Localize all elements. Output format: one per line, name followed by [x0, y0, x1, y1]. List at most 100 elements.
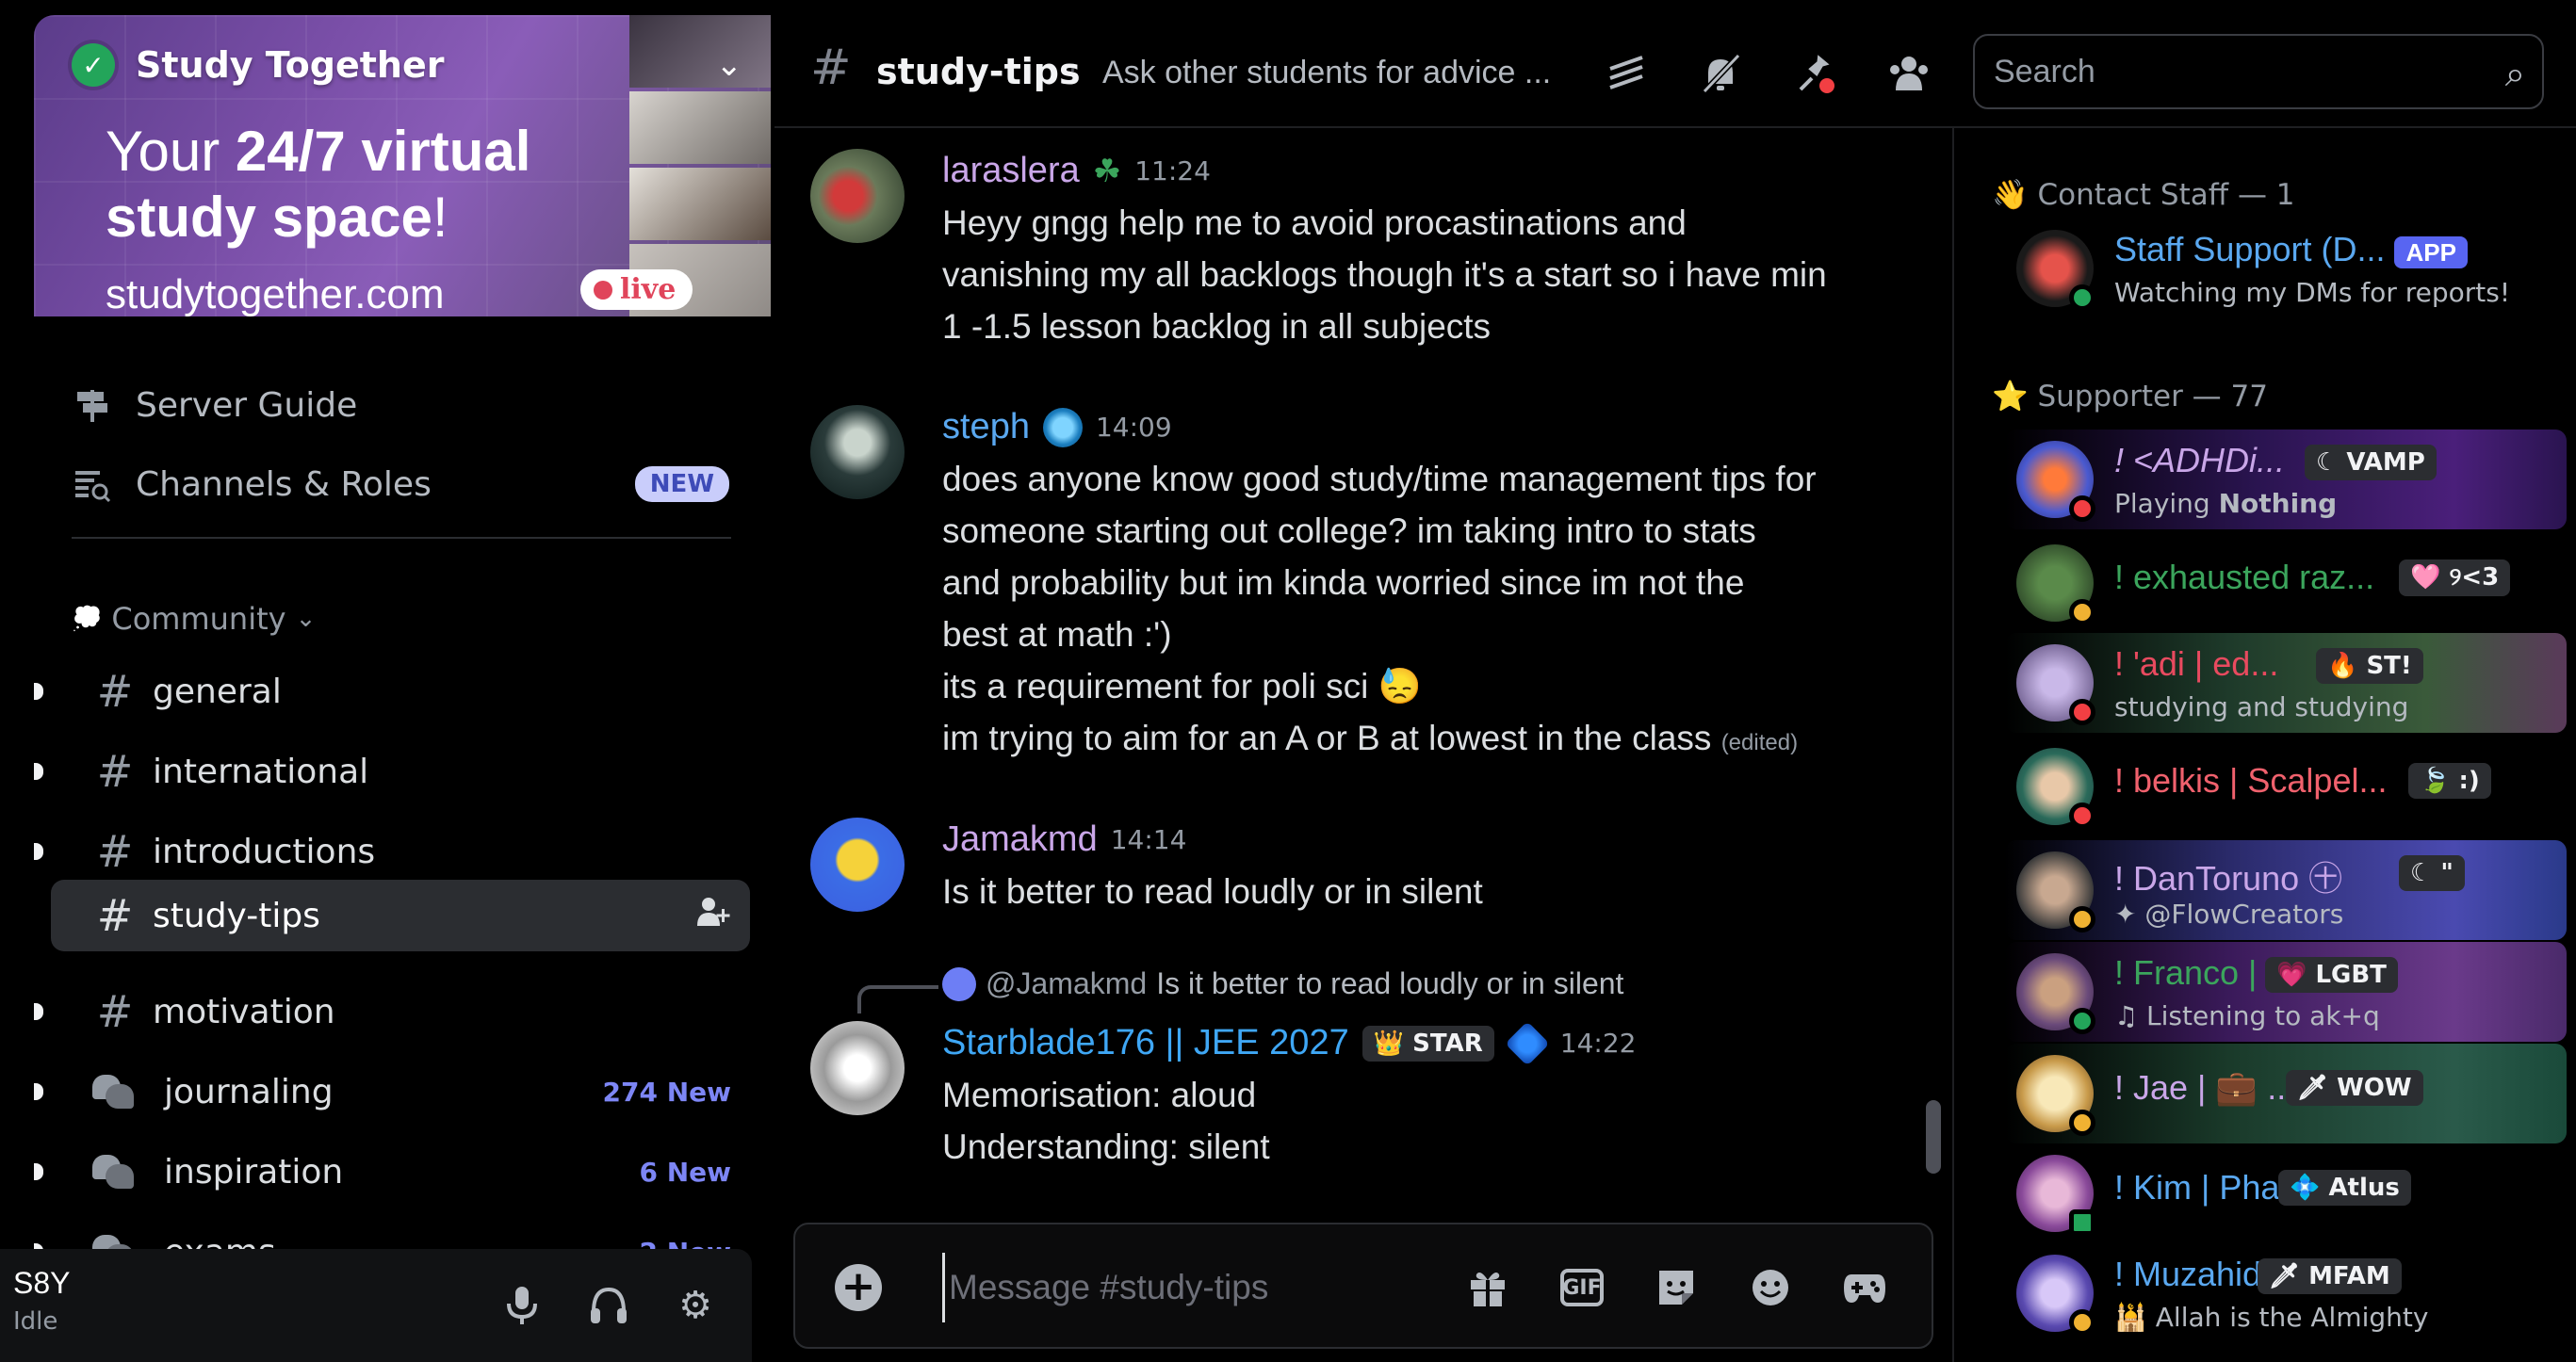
hex-badge-icon — [1504, 1020, 1550, 1066]
channel-journaling[interactable]: journaling 274 New — [34, 1056, 752, 1127]
member-item[interactable]: ! DanToruno ㊉ ☾ " ✦ @FlowCreators — [2005, 840, 2567, 940]
bell-slash-icon[interactable] — [1694, 47, 1747, 100]
category-community[interactable]: 💭 Community ⌄ — [72, 601, 316, 637]
member-tag-label: WOW — [2337, 1074, 2412, 1102]
author-name[interactable]: Jamakmd — [942, 819, 1098, 860]
member-name: ! exhausted raz... — [2114, 558, 2375, 596]
new-count: 6 New — [639, 1156, 731, 1188]
gift-icon[interactable] — [1460, 1260, 1515, 1315]
member-item[interactable]: ! Kim | Pharm... 💠 Atlus — [2005, 1143, 2567, 1243]
member-name: ! Jae | 💼 ... — [2114, 1068, 2296, 1107]
gamepad-icon[interactable] — [1837, 1260, 1892, 1315]
member-activity: Watching my DMs for reports! — [2114, 277, 2510, 308]
channel-introductions[interactable]: # introductions — [34, 816, 752, 887]
member-name: Staff Support (D... APP — [2114, 230, 2468, 269]
member-item[interactable]: ! belkis | Scalpel... 🍃 :) — [2005, 737, 2567, 836]
member-item[interactable]: Staff Support (D... APP Watching my DMs f… — [2005, 219, 2567, 318]
forum-icon — [92, 1073, 136, 1111]
pin-icon[interactable] — [1788, 47, 1841, 100]
live-dot-icon — [594, 280, 612, 300]
invite-member-icon[interactable] — [695, 896, 731, 935]
reply-preview[interactable]: @Jamakmd Is it better to read loudly or … — [942, 966, 1623, 1001]
headphones-icon[interactable] — [582, 1279, 635, 1332]
member-item[interactable]: ! Franco | ... 💗 LGBT ♫ Listening to ak+… — [2005, 942, 2567, 1042]
activity-prefix: Playing — [2114, 488, 2219, 519]
channel-general[interactable]: # general — [34, 656, 752, 727]
timestamp: 14:22 — [1559, 1028, 1637, 1059]
status-idle-icon — [2069, 599, 2095, 625]
channel-sidebar: ✓ Study Together ⌄ Your 24/7 virtual stu… — [34, 15, 771, 1362]
scrollbar[interactable] — [1926, 1100, 1941, 1174]
username[interactable]: S8Y — [13, 1266, 70, 1301]
channel-title: study-tips — [876, 51, 1081, 92]
message-header: Jamakmd 14:14 — [942, 819, 1186, 860]
header-separator: · — [1068, 55, 1077, 86]
avatar[interactable] — [810, 149, 905, 243]
gif-button[interactable]: GIF — [1555, 1260, 1609, 1315]
channel-study-tips[interactable]: # study-tips — [51, 880, 750, 951]
server-guide-label: Server Guide — [136, 385, 358, 425]
unread-indicator — [34, 1163, 43, 1180]
banner-photo — [629, 168, 771, 240]
avatar[interactable] — [810, 1021, 905, 1115]
live-badge: live — [580, 269, 693, 310]
member-tag-label: :) — [2458, 767, 2480, 795]
member-item[interactable]: ! exhausted raz... 🩷 ୨<3 — [2005, 533, 2567, 633]
server-header[interactable]: ✓ Study Together ⌄ — [72, 43, 742, 87]
banner-photo — [629, 91, 771, 164]
avatar[interactable] — [810, 405, 905, 499]
channel-inspiration[interactable]: inspiration 6 New — [34, 1136, 752, 1208]
add-attachment-button[interactable]: + — [835, 1264, 882, 1311]
thought-bubble-icon: 💭 — [72, 605, 103, 633]
threads-icon[interactable] — [1600, 47, 1653, 100]
server-guide-link[interactable]: Server Guide — [72, 384, 357, 426]
channel-topic[interactable]: Ask other students for advice ... — [1102, 55, 1551, 91]
member-tag: 💠 Atlus — [2278, 1170, 2411, 1206]
member-activity: 🕌 Allah is the Almighty — [2114, 1302, 2429, 1333]
channel-label: international — [153, 752, 369, 791]
avatar[interactable] — [810, 818, 905, 912]
author-name[interactable]: Starblade176 || JEE 2027 — [942, 1023, 1349, 1063]
message-text: someone starting out college? im taking … — [942, 511, 1756, 550]
sticker-icon[interactable] — [1649, 1260, 1704, 1315]
new-count: 274 New — [602, 1076, 732, 1108]
chevron-down-icon[interactable]: ⌄ — [716, 46, 743, 84]
member-item[interactable]: ! Muzahid 🗡 MFAM 🕌 Allah is the Almighty — [2005, 1243, 2567, 1343]
status-idle-icon — [2069, 906, 2095, 932]
status-mobile-icon — [2069, 1209, 2095, 1236]
hash-icon: # — [96, 826, 134, 877]
message-input[interactable] — [942, 1253, 1470, 1322]
channel-motivation[interactable]: # motivation — [34, 976, 752, 1047]
status-dnd-icon — [2069, 803, 2095, 829]
channel-international[interactable]: # international — [34, 736, 752, 807]
member-activity: ✦ @FlowCreators — [2114, 899, 2344, 930]
unread-indicator — [34, 1083, 43, 1100]
channels-roles-link[interactable]: Channels & Roles NEW — [72, 463, 771, 505]
message-composer: + GIF — [793, 1223, 1933, 1349]
gem-badge-icon — [1042, 407, 1083, 447]
message-text: Memorisation: aloud — [942, 1076, 1257, 1114]
author-name[interactable]: steph — [942, 407, 1030, 447]
member-item[interactable]: ! 'adi | ed... 🔥 ST! studying and studyi… — [2005, 633, 2567, 733]
channel-label: introductions — [153, 832, 376, 871]
author-name[interactable]: laraslera — [942, 151, 1080, 191]
unread-indicator — [34, 843, 43, 860]
server-banner[interactable]: ✓ Study Together ⌄ Your 24/7 virtual stu… — [34, 15, 771, 316]
member-list: 👋 Contact Staff — 1 Staff Support (D... A… — [1952, 128, 2576, 1362]
member-tag-label: Atlus — [2328, 1174, 2400, 1202]
gear-icon[interactable]: ⚙ — [669, 1279, 722, 1332]
microphone-icon[interactable] — [496, 1279, 548, 1332]
members-icon[interactable] — [1883, 47, 1935, 100]
emoji-icon[interactable] — [1743, 1260, 1798, 1315]
gif-label: GIF — [1560, 1269, 1604, 1306]
member-name: ! DanToruno ㊉ — [2114, 859, 2343, 898]
edited-label: (edited) — [1720, 730, 1799, 755]
member-item[interactable]: ! Jae | 💼 ... 🗡 WOW — [2005, 1044, 2567, 1143]
banner-text-bold: 24/7 virtual — [235, 120, 531, 183]
member-name: ! belkis | Scalpel... — [2114, 761, 2388, 800]
search-box[interactable]: ⌕ — [1973, 34, 2544, 109]
member-item[interactable]: ! <ADHDi... ☾ VAMP Playing Nothing — [2005, 430, 2567, 529]
search-input[interactable] — [1994, 36, 2484, 107]
hash-icon: # — [810, 40, 852, 96]
message-text: Is it better to read loudly or in silent — [942, 872, 1483, 911]
